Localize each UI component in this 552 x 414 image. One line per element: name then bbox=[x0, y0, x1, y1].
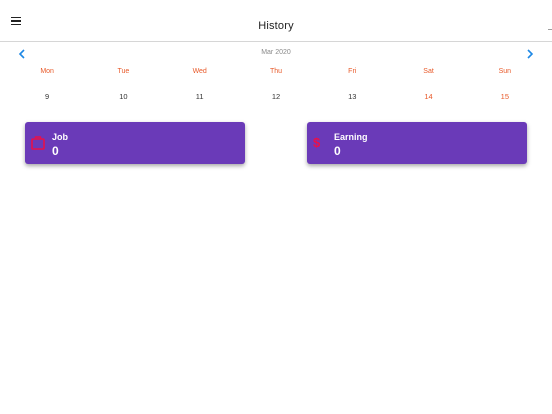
weekday-mon: Mon bbox=[40, 68, 54, 75]
weekday-thu: Thu bbox=[269, 68, 283, 75]
weekday-sat: Sat bbox=[423, 68, 434, 75]
job-label: Job bbox=[52, 132, 69, 142]
earning-amount: 0 bbox=[334, 144, 341, 158]
chevron-right-icon[interactable] bbox=[523, 47, 537, 61]
weekday-header-row: Mon Tue Wed Thu Fri Sat Sun bbox=[0, 68, 552, 75]
earning-summary-card[interactable]: $ Earning 0 bbox=[307, 122, 527, 164]
briefcase-icon bbox=[31, 135, 45, 151]
earning-label: Earning bbox=[334, 132, 368, 142]
date-cell[interactable]: 13 bbox=[314, 92, 390, 101]
date-cell-weekend[interactable]: 14 bbox=[390, 92, 466, 101]
date-cell[interactable]: 9 bbox=[9, 92, 85, 101]
page-title: History bbox=[258, 20, 294, 32]
date-cell-weekend[interactable]: 15 bbox=[467, 92, 543, 101]
dollar-icon: $ bbox=[313, 135, 321, 150]
month-label: Mar 2020 bbox=[261, 49, 291, 56]
divider bbox=[548, 29, 552, 30]
date-cell[interactable]: 11 bbox=[162, 92, 238, 101]
job-summary-card[interactable]: Job 0 bbox=[25, 122, 245, 164]
weekday-tue: Tue bbox=[117, 68, 130, 75]
weekday-wed: Wed bbox=[192, 68, 207, 75]
date-cell[interactable]: 12 bbox=[238, 92, 314, 101]
app-bar: History bbox=[0, 0, 552, 42]
date-cell[interactable]: 10 bbox=[85, 92, 161, 101]
job-count: 0 bbox=[52, 144, 59, 158]
weekday-sun: Sun bbox=[498, 68, 512, 75]
date-row: 9 10 11 12 13 14 15 bbox=[0, 92, 552, 101]
weekday-fri: Fri bbox=[348, 68, 357, 75]
month-navigation: Mar 2020 bbox=[0, 47, 552, 61]
